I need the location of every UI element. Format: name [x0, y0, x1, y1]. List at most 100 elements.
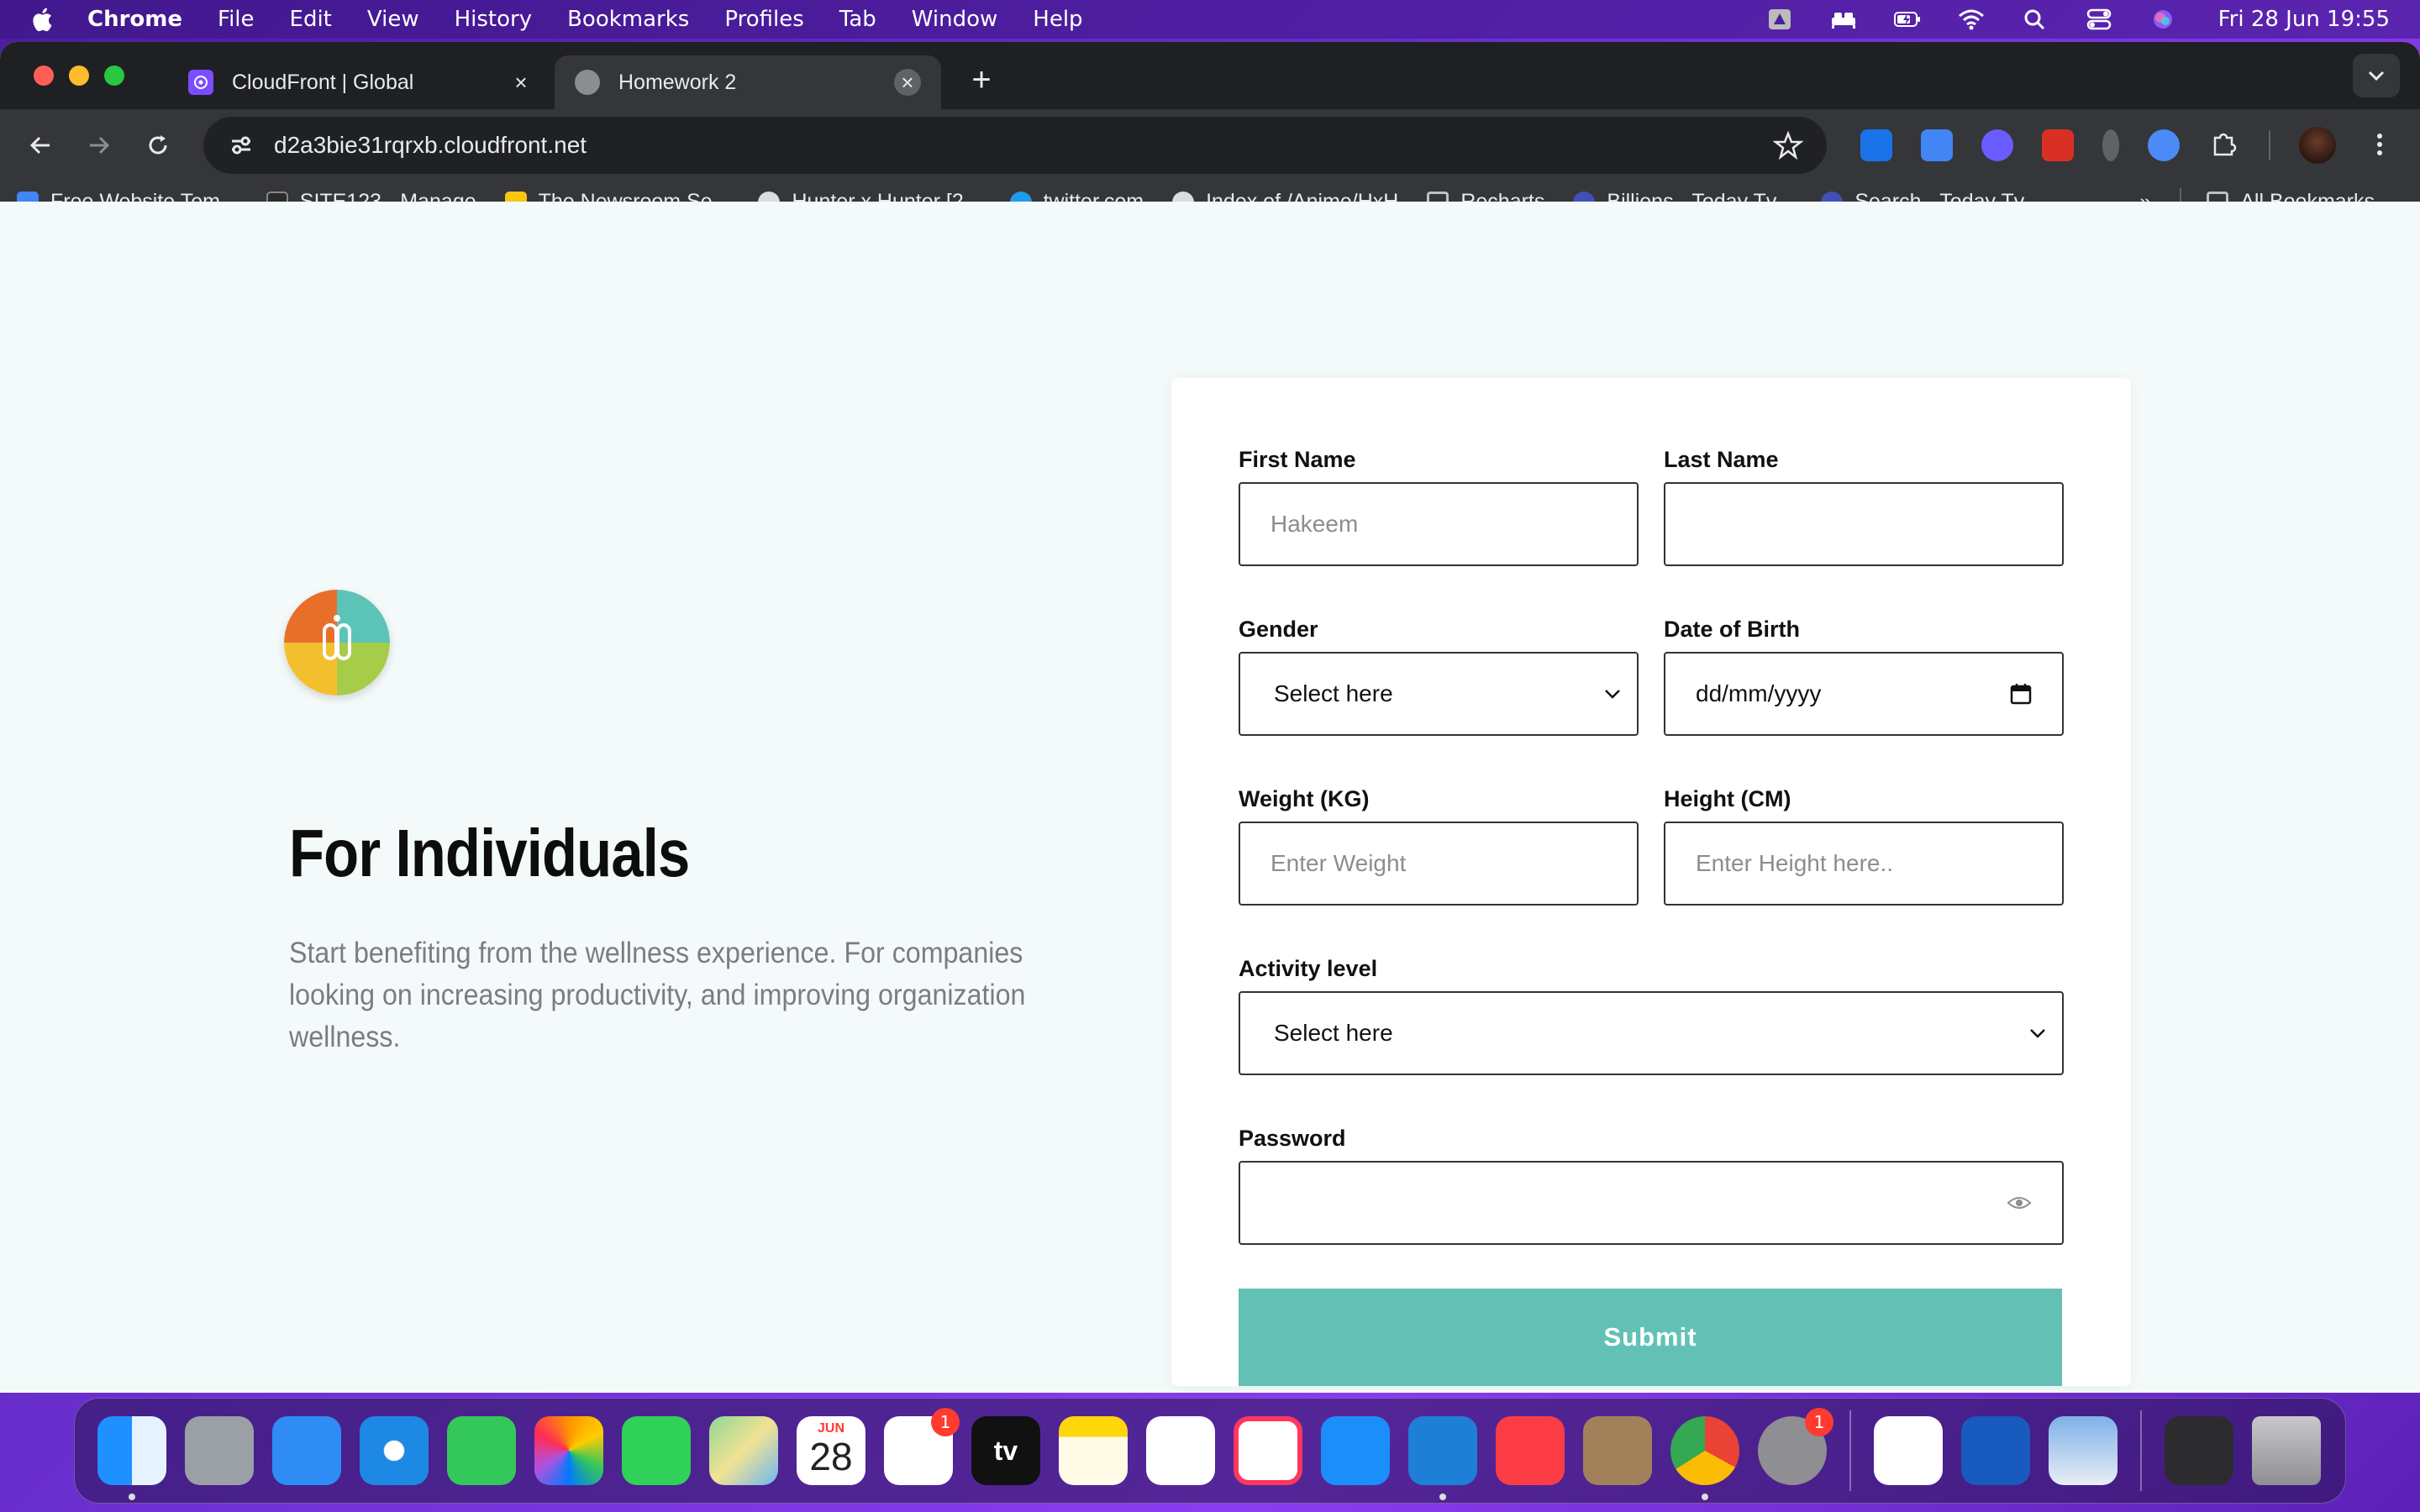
- tab-search-button[interactable]: [2353, 54, 2400, 97]
- close-tab-icon[interactable]: ×: [894, 69, 921, 96]
- activity-level-label: Activity level: [1239, 956, 1378, 981]
- signup-form-card: First Name Hakeem Last Name Gender Selec…: [1171, 378, 2131, 1386]
- extension-icon[interactable]: [2042, 129, 2074, 161]
- notification-badge: 1: [931, 1408, 960, 1436]
- globe-favicon-icon: [575, 70, 600, 95]
- tab-cloudfront[interactable]: CloudFront | Global ×: [168, 55, 555, 109]
- password-input[interactable]: [1239, 1161, 2064, 1245]
- drive-status-icon[interactable]: [1765, 7, 1795, 32]
- menu-history[interactable]: History: [455, 7, 533, 32]
- menu-file[interactable]: File: [218, 7, 255, 32]
- activity-level-select[interactable]: Select here: [1239, 991, 2064, 1075]
- extensions-area: [1860, 127, 2396, 164]
- menu-edit[interactable]: Edit: [290, 7, 332, 32]
- url-text[interactable]: d2a3bie31rqrxb.cloudfront.net: [274, 132, 1773, 159]
- tab-homework-2[interactable]: Homework 2 ×: [555, 55, 941, 109]
- menu-help[interactable]: Help: [1033, 7, 1082, 32]
- chrome-menu-icon[interactable]: [2365, 129, 2396, 161]
- tv-label: tv: [993, 1435, 1018, 1466]
- eye-icon[interactable]: [2007, 1193, 2032, 1213]
- new-tab-button[interactable]: +: [963, 61, 1000, 99]
- calendar-icon[interactable]: [2010, 683, 2032, 705]
- music-icon[interactable]: [1496, 1416, 1565, 1485]
- toolbar-divider: [2269, 130, 2270, 160]
- maximize-window-button[interactable]: [104, 66, 124, 86]
- gender-select[interactable]: Select here: [1239, 652, 1639, 736]
- word-icon[interactable]: [1961, 1416, 2030, 1485]
- menu-view[interactable]: View: [367, 7, 419, 32]
- bed-icon[interactable]: [1828, 7, 1859, 32]
- forward-button[interactable]: [77, 123, 121, 167]
- close-window-button[interactable]: [34, 66, 54, 86]
- window-controls: [34, 66, 124, 86]
- apple-tv-icon[interactable]: tv: [971, 1416, 1040, 1485]
- bookmark-star-icon[interactable]: [1773, 130, 1803, 160]
- finder-icon[interactable]: [97, 1416, 166, 1500]
- extension-icon[interactable]: [1860, 129, 1892, 161]
- notes-icon[interactable]: [1059, 1416, 1128, 1485]
- extension-icon[interactable]: [2148, 129, 2180, 161]
- submit-button[interactable]: Submit: [1239, 1289, 2062, 1386]
- height-input[interactable]: Enter Height here..: [1664, 822, 2064, 906]
- address-bar[interactable]: d2a3bie31rqrxb.cloudfront.net: [203, 117, 1827, 174]
- back-button[interactable]: [18, 123, 62, 167]
- wifi-icon[interactable]: [1956, 7, 1986, 32]
- safari-icon[interactable]: [360, 1416, 429, 1485]
- menu-bookmarks[interactable]: Bookmarks: [567, 7, 689, 32]
- messages-icon[interactable]: [447, 1416, 516, 1485]
- vscode-icon[interactable]: [1408, 1416, 1477, 1500]
- tab-strip: CloudFront | Global × Homework 2 × +: [0, 42, 2420, 109]
- contacts-icon[interactable]: [1583, 1416, 1652, 1485]
- menu-tab[interactable]: Tab: [839, 7, 876, 32]
- chevron-down-icon: [2030, 1029, 2045, 1038]
- menu-window[interactable]: Window: [912, 7, 998, 32]
- launchpad-icon[interactable]: [185, 1416, 254, 1485]
- app-store-icon[interactable]: [1321, 1416, 1390, 1485]
- recent-window-thumbnail[interactable]: [2165, 1416, 2233, 1485]
- extension-icon[interactable]: [2102, 129, 2119, 161]
- macos-menu-bar: Chrome File Edit View History Bookmarks …: [0, 0, 2420, 39]
- extension-icon[interactable]: [1981, 129, 2013, 161]
- maps-icon[interactable]: [709, 1416, 778, 1485]
- last-name-input[interactable]: [1664, 482, 2064, 566]
- mail-icon[interactable]: [272, 1416, 341, 1485]
- control-center-icon[interactable]: [2084, 7, 2114, 32]
- dob-input[interactable]: dd/mm/yyyy: [1664, 652, 2064, 736]
- notification-badge: 1: [1805, 1408, 1833, 1436]
- site-info-icon[interactable]: [227, 131, 255, 160]
- spotlight-search-icon[interactable]: [2020, 7, 2050, 32]
- menubar-clock[interactable]: Fri 28 Jun 19:55: [2218, 7, 2390, 32]
- photos-icon[interactable]: [534, 1416, 603, 1485]
- menu-app-chrome[interactable]: Chrome: [87, 7, 182, 32]
- macos-dock: JUN 28 1 tv 1: [74, 1398, 2346, 1504]
- system-settings-icon[interactable]: 1: [1758, 1408, 1833, 1485]
- reminders-icon[interactable]: 1: [884, 1408, 960, 1485]
- slack-icon[interactable]: [1874, 1416, 1943, 1485]
- browser-toolbar: d2a3bie31rqrxb.cloudfront.net: [0, 109, 2420, 181]
- activity-selected-value: Select here: [1274, 1020, 1393, 1046]
- dock-divider: [1849, 1410, 1851, 1491]
- first-name-input[interactable]: Hakeem: [1239, 482, 1639, 566]
- trash-icon[interactable]: [2252, 1416, 2321, 1485]
- weight-input[interactable]: Enter Weight: [1239, 822, 1639, 906]
- calendar-app-icon[interactable]: JUN 28: [797, 1416, 865, 1485]
- chrome-icon[interactable]: [1670, 1416, 1739, 1500]
- close-tab-icon[interactable]: ×: [508, 69, 534, 96]
- battery-icon[interactable]: [1892, 7, 1923, 32]
- facetime-icon[interactable]: [622, 1416, 691, 1485]
- menu-profiles[interactable]: Profiles: [724, 7, 803, 32]
- freeform-icon[interactable]: [1146, 1416, 1215, 1485]
- first-name-label: First Name: [1239, 447, 1356, 472]
- preview-icon[interactable]: [2049, 1416, 2118, 1485]
- profile-avatar[interactable]: [2299, 127, 2336, 164]
- extensions-puzzle-icon[interactable]: [2208, 129, 2240, 161]
- tab-title: Homework 2: [618, 70, 737, 94]
- minimize-window-button[interactable]: [69, 66, 89, 86]
- siri-icon[interactable]: [2148, 7, 2178, 32]
- apple-icon[interactable]: [30, 5, 54, 34]
- gender-label: Gender: [1239, 617, 1318, 642]
- reload-button[interactable]: [136, 123, 180, 167]
- page-description: Start benefiting from the wellness exper…: [289, 937, 1026, 1053]
- news-icon[interactable]: [1234, 1416, 1302, 1485]
- google-translate-icon[interactable]: [1921, 129, 1953, 161]
